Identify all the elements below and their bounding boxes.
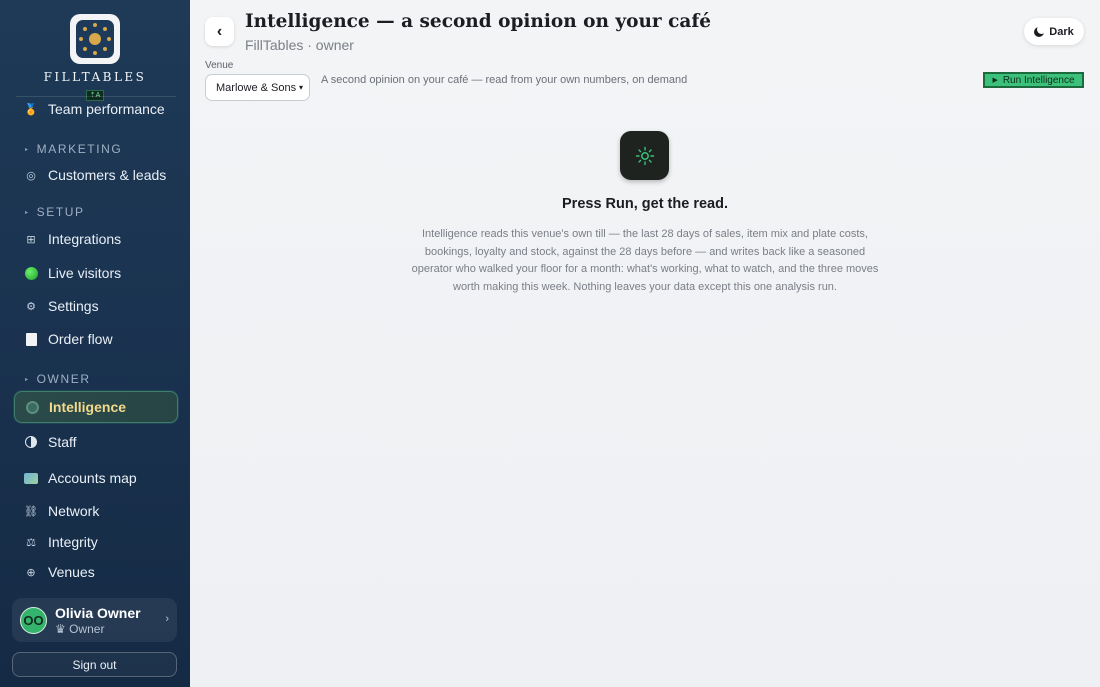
sidebar-item-label: Intelligence — [49, 399, 127, 415]
sidebar-item-label: Accounts map — [48, 470, 137, 486]
moon-icon — [1034, 24, 1047, 37]
section-marketing: ▸ MARKETING — [25, 142, 122, 156]
grid-icon: ⊞ — [26, 233, 36, 246]
sidebar-item-label: Customers & leads — [48, 167, 167, 183]
page-icon — [24, 332, 38, 346]
caret-icon: ▸ — [25, 209, 30, 216]
sign-out-button[interactable]: Sign out — [12, 652, 177, 677]
sidebar: FILLTABLES ⇡A 🏅 Team performance ▸ MARKE… — [0, 0, 190, 687]
section-setup: ▸ SETUP — [25, 205, 85, 219]
venue-select-value: Marlowe & Sons — [216, 81, 297, 94]
page-subtitle: FillTables · owner — [245, 37, 354, 53]
sidebar-item-label: Settings — [48, 298, 99, 314]
chevron-down-icon: ▾ — [298, 83, 303, 92]
sidebar-item-integrity[interactable]: ⚖ Integrity — [14, 526, 178, 558]
run-intelligence-button[interactable]: ▶ Run Intelligence — [983, 72, 1084, 88]
dark-mode-label: Dark — [1049, 25, 1074, 38]
scales-icon: ⚖ — [26, 536, 36, 549]
sidebar-item-customers-leads[interactable]: ◎ Customers & leads — [14, 159, 178, 191]
brand-logo[interactable]: FILLTABLES ⇡A — [0, 14, 190, 102]
sidebar-item-order-flow[interactable]: Order flow — [14, 323, 178, 355]
chevron-right-icon: › — [165, 613, 169, 625]
sidebar-item-team-performance[interactable]: 🏅 Team performance — [14, 93, 178, 125]
sidebar-item-label: Live visitors — [48, 265, 122, 281]
sidebar-item-label: Venues — [48, 564, 95, 580]
play-icon: ▶ — [992, 77, 998, 84]
venue-label: Venue — [205, 60, 234, 71]
target-icon: ◎ — [26, 169, 36, 182]
user-name: Olivia Owner — [55, 604, 141, 621]
page-title: Intelligence — a second opinion on your … — [245, 11, 712, 32]
sidebar-item-live-visitors[interactable]: Live visitors — [14, 257, 178, 289]
sidebar-item-label: Staff — [48, 434, 77, 450]
empty-state-body: Intelligence reads this venue's own till… — [411, 228, 879, 293]
sidebar-item-label: Order flow — [48, 331, 113, 347]
sidebar-item-settings[interactable]: ⚙ Settings — [14, 290, 178, 322]
logo-icon — [70, 14, 120, 64]
brand-name: FILLTABLES — [43, 70, 147, 84]
sidebar-item-label: Integrations — [48, 231, 122, 247]
section-label: SETUP — [36, 205, 85, 219]
empty-state-title: Press Run, get the read. — [562, 196, 728, 212]
plus-circle-icon: ⊕ — [26, 566, 36, 579]
section-owner: ▸ OWNER — [25, 372, 91, 386]
avatar: OO — [20, 606, 47, 634]
sidebar-item-staff[interactable]: Staff — [14, 426, 178, 458]
sidebar-item-label: Network — [48, 503, 100, 519]
half-circle-icon — [24, 435, 38, 449]
caret-icon: ▸ — [25, 376, 30, 383]
run-intelligence-label: Run Intelligence — [1002, 74, 1075, 86]
section-label: MARKETING — [36, 142, 123, 156]
main-content: ‹ Intelligence — a second opinion on you… — [190, 0, 1100, 687]
dark-mode-toggle[interactable]: Dark — [1024, 18, 1084, 45]
user-role: ♛ Owner — [55, 621, 105, 636]
user-card[interactable]: OO Olivia Owner ♛ Owner › — [12, 598, 177, 642]
sidebar-item-accounts-map[interactable]: Accounts map — [14, 462, 178, 494]
back-button[interactable]: ‹ — [205, 17, 234, 46]
venue-select[interactable]: Marlowe & Sons ▾ — [205, 74, 310, 101]
gear-icon: ⚙ — [26, 300, 36, 313]
venue-description: A second opinion on your café — read fro… — [321, 74, 688, 86]
caret-icon: ▸ — [25, 146, 30, 153]
link-icon: ⛓ — [24, 505, 38, 518]
sidebar-item-integrations[interactable]: ⊞ Integrations — [14, 223, 178, 255]
intelligence-sparkle-icon — [620, 131, 669, 180]
sidebar-item-label: Team performance — [48, 101, 165, 117]
chevron-left-icon: ‹ — [216, 22, 223, 40]
gear-ring-icon — [25, 400, 39, 414]
sidebar-item-intelligence[interactable]: Intelligence — [14, 391, 178, 423]
medal-icon: 🏅 — [24, 103, 38, 116]
map-icon — [24, 471, 38, 485]
sidebar-item-label: Integrity — [48, 534, 98, 550]
sidebar-item-venues[interactable]: ⊕ Venues — [14, 556, 178, 588]
section-label: OWNER — [36, 372, 91, 386]
sidebar-item-network[interactable]: ⛓ Network — [14, 495, 178, 527]
green-dot-icon — [24, 266, 38, 280]
